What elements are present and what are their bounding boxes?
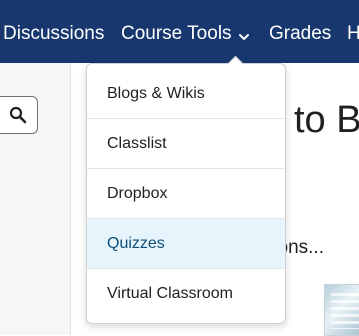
nav-item-partial[interactable]: H <box>347 22 359 46</box>
nav-course-tools[interactable]: Course Tools <box>121 22 250 46</box>
thumbnail-image <box>331 293 359 329</box>
menu-item-virtual-classroom[interactable]: Virtual Classroom <box>87 269 285 319</box>
nav-grades[interactable]: Grades <box>269 22 331 46</box>
chevron-down-icon <box>238 26 250 40</box>
nav-discussions[interactable]: Discussions <box>3 22 104 46</box>
search-icon <box>9 106 27 124</box>
top-navbar: Discussions Course Tools Grades H <box>0 0 359 63</box>
content-thumbnail[interactable] <box>324 284 359 336</box>
nav-course-tools-label: Course Tools <box>121 23 232 44</box>
dropdown-menu-list: Blogs & Wikis Classlist Dropbox Quizzes … <box>87 64 285 319</box>
course-tools-dropdown: Blogs & Wikis Classlist Dropbox Quizzes … <box>86 63 286 324</box>
menu-item-dropbox[interactable]: Dropbox <box>87 169 285 219</box>
page-heading-fragment: to B <box>294 99 359 141</box>
search-button[interactable] <box>0 96 38 134</box>
menu-item-classlist[interactable]: Classlist <box>87 119 285 169</box>
menu-item-quizzes[interactable]: Quizzes <box>87 219 285 269</box>
menu-item-blogs-wikis[interactable]: Blogs & Wikis <box>87 69 285 119</box>
